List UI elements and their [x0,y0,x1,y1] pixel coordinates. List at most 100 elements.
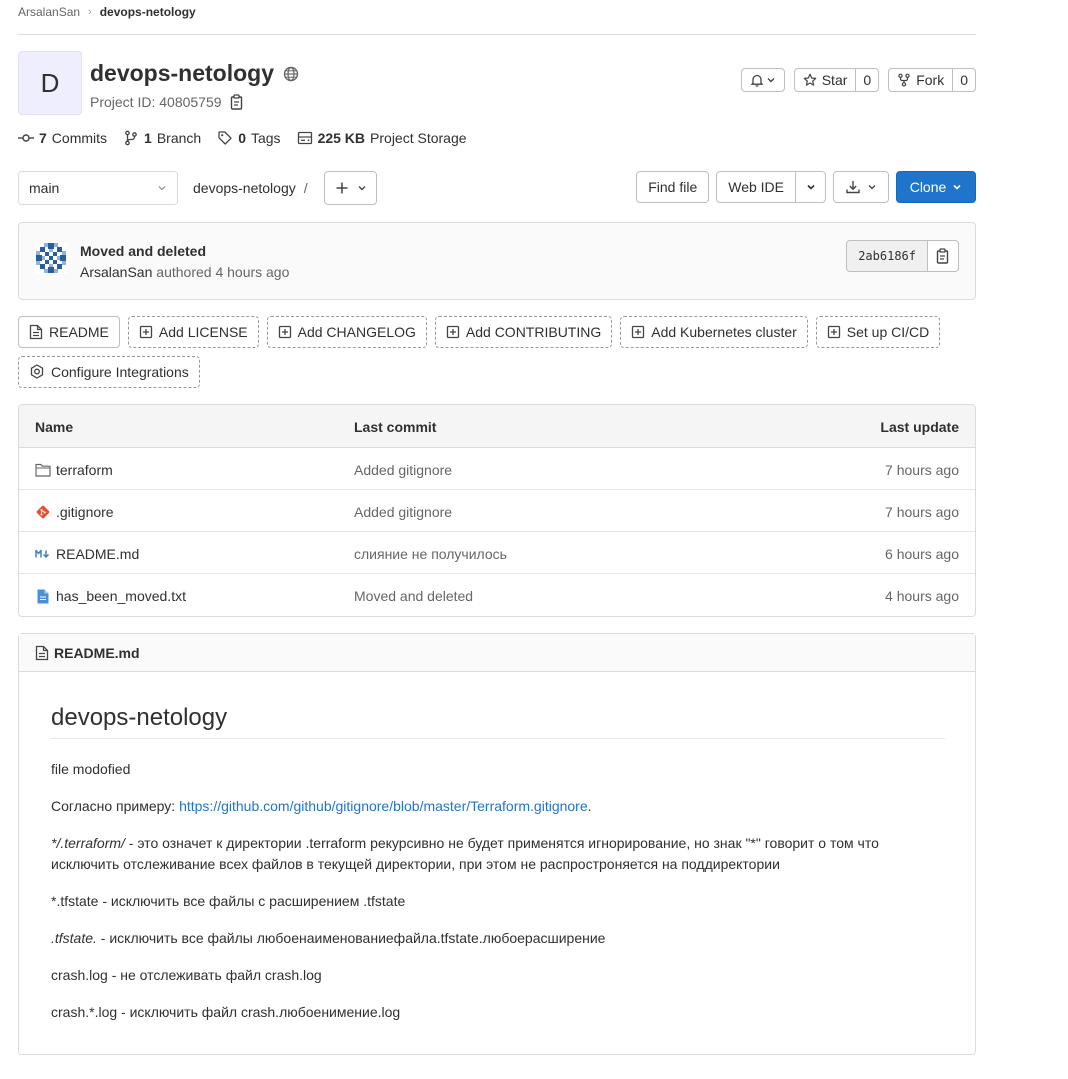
repo-path: devops-netology / [193,180,308,196]
table-row[interactable]: README.md слияние не получилось 6 hours … [19,532,975,574]
file-name-cell[interactable]: README.md [35,546,139,562]
web-ide-dropdown[interactable] [796,172,825,202]
readme-content: devops-netology file modofied Согласно п… [51,704,945,1039]
notification-button[interactable] [740,68,785,92]
project-id-label: Project ID: 40805759 [90,94,222,110]
setup-cicd-button[interactable]: Set up CI/CD [815,316,941,348]
star-count[interactable]: 0 [855,69,878,91]
clone-button[interactable]: Clone [896,171,976,203]
copy-sha-button[interactable] [928,241,958,271]
page: ArsalanSan › devops-netology D devops-ne… [18,0,976,1055]
file-name-cell[interactable]: terraform [35,462,113,478]
file-name-cell[interactable]: has_been_moved.txt [35,588,186,604]
commit-title[interactable]: Moved and deleted [80,243,206,259]
commit-icon [18,134,34,142]
star-button[interactable]: Star 0 [793,68,880,92]
file-name[interactable]: has_been_moved.txt [56,588,186,604]
branches-stat[interactable]: 1 Branch [123,130,201,146]
author-avatar[interactable] [35,242,67,274]
find-file-button[interactable]: Find file [636,171,710,203]
web-ide-label[interactable]: Web IDE [717,172,796,202]
project-header: D devops-netology Project ID: 40805759 S… [18,51,976,115]
project-avatar[interactable]: D [18,51,82,115]
header-actions: Star 0 Fork 0 [740,68,976,92]
download-button[interactable] [833,171,889,203]
plus-icon [336,182,347,194]
header-last-update: Last update [880,419,959,435]
add-license-button[interactable]: Add LICENSE [127,316,259,348]
file-name-cell[interactable]: .gitignore [35,504,114,520]
add-contributing-button[interactable]: Add CONTRIBUTING [434,316,613,348]
chevron-down-icon [868,185,876,190]
file-commit[interactable]: слияние не получилось [354,546,507,562]
last-commit-panel: Moved and deleted ArsalanSan authored 4 … [18,222,976,300]
commit-author[interactable]: ArsalanSan [80,264,152,280]
add-license-label: Add LICENSE [158,324,248,340]
readme-italic: */.terraform/ [51,835,125,851]
plus-square-icon [446,325,460,339]
breadcrumb: ArsalanSan › devops-netology [18,0,976,24]
table-row[interactable]: .gitignore Added gitignore 7 hours ago [19,490,975,532]
file-commit[interactable]: Added gitignore [354,504,452,520]
readme-italic: .tfstate. [51,930,97,946]
storage-stat[interactable]: 225 KB Project Storage [297,130,467,146]
add-kubernetes-button[interactable]: Add Kubernetes cluster [620,316,808,348]
fork-count[interactable]: 0 [952,69,975,91]
web-ide-button[interactable]: Web IDE [716,171,826,203]
plus-square-icon [278,325,291,339]
storage-count: 225 KB [317,130,366,146]
folder-icon [35,462,51,478]
branches-label: Branch [156,130,202,146]
add-dropdown-button[interactable] [324,171,377,205]
file-name[interactable]: README.md [56,546,139,562]
readme-button[interactable]: README [18,316,120,348]
file-commit[interactable]: Added gitignore [354,462,452,478]
commit-time: authored 4 hours ago [156,264,290,280]
project-name: devops-netology [90,60,275,86]
project-stats: 7 Commits 1 Branch 0 Tags 225 KB Project… [18,130,467,146]
fork-icon [898,73,910,87]
readme-header: README.md [19,634,975,672]
project-id: Project ID: 40805759 [90,94,244,110]
commits-count: 7 [39,130,47,146]
commit-sha[interactable]: 2ab6186f [847,241,928,271]
download-icon [846,181,860,194]
branch-icon [125,130,137,146]
git-icon [35,504,51,520]
configure-integrations-button[interactable]: Configure Integrations [18,356,200,388]
file-name[interactable]: terraform [56,462,113,478]
branch-selector[interactable]: main [18,171,178,205]
table-row[interactable]: terraform Added gitignore 7 hours ago [19,448,975,490]
path-root[interactable]: devops-netology [193,180,296,196]
file-updated: 4 hours ago [885,588,959,604]
commits-stat[interactable]: 7 Commits [18,130,107,146]
file-commit[interactable]: Moved and deleted [354,588,473,604]
readme-link[interactable]: https://github.com/github/gitignore/blob… [179,798,588,814]
breadcrumb-owner[interactable]: ArsalanSan [18,5,80,19]
divider [18,34,976,35]
readme-label: README [49,324,109,340]
add-kubernetes-label: Add Kubernetes cluster [651,324,797,340]
clone-label: Clone [909,179,947,195]
readme-paragraph: file modofied [51,761,131,777]
add-changelog-button[interactable]: Add CHANGELOG [266,316,427,348]
repo-toolbar: main devops-netology / Find file Web IDE … [18,171,976,205]
copy-icon[interactable] [230,94,244,110]
storage-icon [297,131,312,145]
tags-stat[interactable]: 0 Tags [217,130,281,146]
tags-count: 0 [238,130,246,146]
commit-sha-group: 2ab6186f [846,240,959,272]
breadcrumb-project[interactable]: devops-netology [100,5,196,19]
file-name[interactable]: .gitignore [56,504,114,520]
star-label: Star [821,72,848,88]
storage-label: Project Storage [370,130,467,146]
readme-paragraph: crash.log - не отслеживать файл crash.lo… [51,967,322,983]
toolbar-actions: Find file Web IDE Clone [636,171,976,203]
path-separator: / [303,180,308,196]
readme-filename[interactable]: README.md [54,645,140,661]
fork-button[interactable]: Fork 0 [888,68,976,92]
table-row[interactable]: has_been_moved.txt Moved and deleted 4 h… [19,574,975,616]
readme-paragraph: */.terraform/ - это означет к директории… [51,833,945,875]
readme-heading: devops-netology [51,704,945,739]
chevron-down-icon [953,184,961,190]
